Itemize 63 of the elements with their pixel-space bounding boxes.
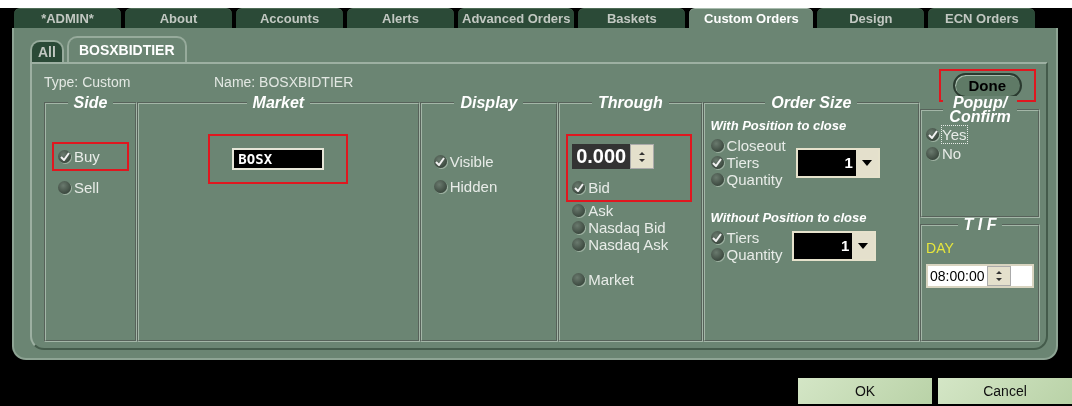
- ok-button[interactable]: OK: [798, 378, 932, 404]
- radio-button[interactable]: [572, 204, 586, 217]
- radio-button[interactable]: [433, 155, 447, 168]
- quantity-dropdown[interactable]: 1: [795, 147, 880, 178]
- option-label: Tiers: [726, 229, 760, 246]
- option-label: Closeout: [726, 137, 786, 154]
- tab[interactable]: Alerts: [347, 8, 454, 28]
- radio-button[interactable]: [58, 150, 71, 163]
- option-label: Tiers: [726, 154, 760, 171]
- day-label: DAY: [926, 240, 955, 256]
- option-label: Quantity: [726, 246, 783, 263]
- radio-button[interactable]: [58, 181, 71, 194]
- radio-button[interactable]: [710, 173, 724, 186]
- option-label: Yes: [942, 126, 967, 143]
- option-label: Buy: [74, 148, 100, 165]
- tab[interactable]: Advanced Orders: [458, 8, 575, 28]
- cancel-button[interactable]: Cancel: [938, 378, 1072, 404]
- symbol-field[interactable]: BOSX: [232, 148, 325, 170]
- tab[interactable]: Accounts: [236, 8, 343, 28]
- check-icon: [435, 157, 446, 166]
- radio-button[interactable]: [710, 139, 724, 152]
- section-heading: Without Position to close: [710, 210, 868, 225]
- radio-button[interactable]: [926, 147, 939, 160]
- tab[interactable]: About: [125, 8, 232, 28]
- option-label: Quantity: [726, 171, 783, 188]
- check-icon: [59, 152, 70, 161]
- tab[interactable]: Custom Orders: [689, 8, 814, 28]
- section-heading: With Position to close: [710, 118, 848, 133]
- tab[interactable]: *ADMIN*: [14, 8, 121, 28]
- option-label: Nasdaq Ask: [588, 236, 669, 253]
- radio-button[interactable]: [572, 181, 586, 194]
- tab[interactable]: Baskets: [578, 8, 686, 28]
- check-icon: [712, 158, 723, 167]
- check-icon: [927, 130, 938, 139]
- option-label: Sell: [74, 179, 99, 196]
- option-label: Nasdaq Bid: [588, 219, 666, 236]
- check-icon: [573, 183, 584, 192]
- check-icon: [712, 233, 723, 242]
- option-label: Hidden: [449, 178, 498, 195]
- quantity-dropdown[interactable]: 1: [792, 231, 877, 261]
- option-label: No: [942, 145, 962, 162]
- caret-icon[interactable]: [861, 159, 872, 166]
- radio-button[interactable]: [926, 128, 939, 141]
- time-spinner[interactable]: 08:00:00: [926, 264, 1034, 288]
- radio-button[interactable]: [710, 231, 724, 244]
- radio-button[interactable]: [710, 156, 724, 169]
- radio-button[interactable]: [572, 273, 586, 286]
- tab[interactable]: ECN Orders: [928, 8, 1036, 28]
- type-label: Type: Custom: [44, 74, 132, 90]
- group-title: Popup/ Confirm: [943, 96, 1017, 124]
- option-label: Market: [588, 271, 634, 288]
- tab[interactable]: Design: [817, 8, 925, 28]
- caret-icon[interactable]: [858, 243, 869, 249]
- radio-button[interactable]: [710, 248, 724, 261]
- radio-button[interactable]: [572, 221, 586, 234]
- option-label: Bid: [588, 179, 610, 196]
- radio-button[interactable]: [433, 180, 447, 193]
- option-label: Visible: [449, 153, 494, 170]
- tab[interactable]: BOSXBIDTIER: [66, 36, 187, 62]
- tab[interactable]: All: [30, 40, 64, 62]
- radio-button[interactable]: [572, 238, 586, 251]
- option-label: Ask: [588, 202, 614, 219]
- name-label: Name: BOSXBIDTIER: [214, 74, 354, 90]
